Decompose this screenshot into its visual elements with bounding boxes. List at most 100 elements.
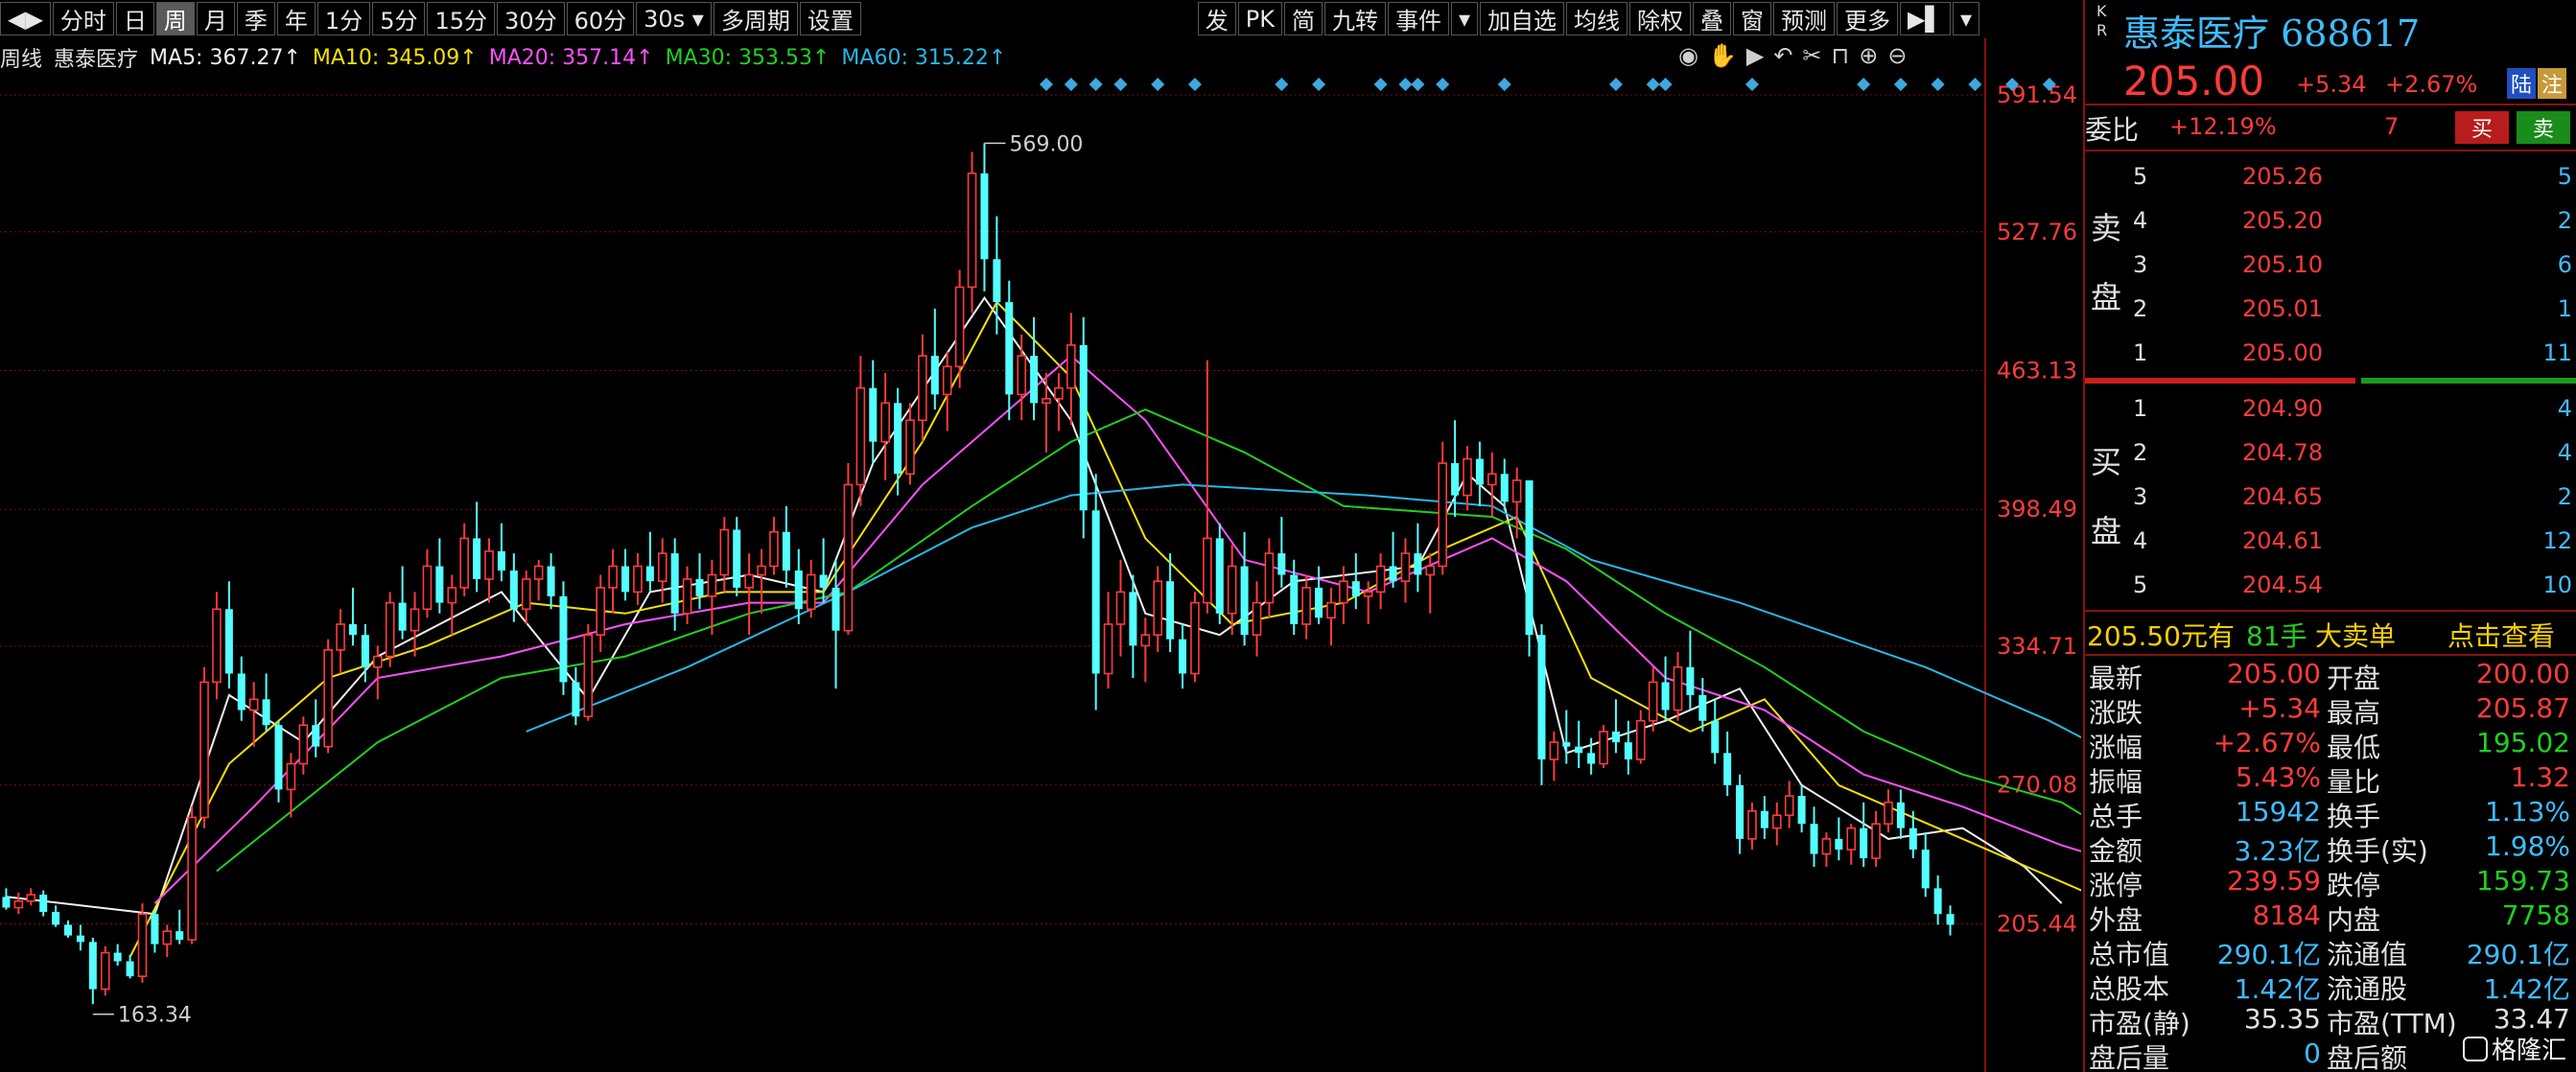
event-marker[interactable] (1187, 78, 1202, 91)
candle[interactable] (1797, 784, 1806, 833)
candle[interactable] (473, 501, 481, 593)
candle[interactable] (64, 920, 73, 938)
candle[interactable] (843, 463, 854, 636)
candle[interactable] (1103, 592, 1113, 689)
candle[interactable] (1475, 441, 1484, 506)
event-marker[interactable] (1497, 78, 1511, 91)
event-marker[interactable] (1658, 78, 1673, 91)
candle[interactable] (855, 356, 866, 506)
bids-level-row[interactable]: 3 204.65 2 (2085, 476, 2576, 516)
bids-level-row[interactable]: 4 204.61 12 (2085, 520, 2576, 560)
event-marker[interactable] (1608, 78, 1623, 91)
candle[interactable] (1896, 789, 1905, 839)
candle[interactable] (559, 581, 568, 695)
asks-level-row[interactable]: 4 205.20 2 (2085, 199, 2576, 240)
candle[interactable] (52, 905, 60, 927)
candle[interactable] (385, 592, 395, 667)
candle[interactable] (372, 645, 383, 700)
event-marker[interactable] (1411, 78, 1425, 91)
candle[interactable] (707, 559, 717, 636)
candle[interactable] (1611, 699, 1620, 754)
shgt-badge[interactable]: 陆 (2507, 68, 2536, 99)
candle[interactable] (1661, 656, 1670, 721)
candle[interactable] (1511, 467, 1522, 539)
candle[interactable] (596, 574, 606, 653)
candle[interactable] (447, 574, 457, 636)
candle[interactable] (719, 517, 730, 593)
candle[interactable] (1315, 566, 1323, 624)
candle[interactable] (88, 937, 97, 1005)
candle[interactable] (1635, 710, 1646, 764)
eye-icon[interactable]: ◉ (1678, 42, 1698, 69)
candle[interactable] (894, 387, 902, 496)
candle[interactable] (422, 548, 433, 618)
candlestick-chart[interactable]: 591.54527.76463.13398.49334.71270.08205.… (0, 0, 2081, 1072)
candle[interactable] (1140, 618, 1151, 683)
candle[interactable] (137, 903, 148, 983)
candle[interactable] (782, 505, 790, 588)
candle[interactable] (980, 143, 989, 291)
candle[interactable] (151, 909, 159, 953)
asks-level-row[interactable]: 1 205.00 11 (2085, 332, 2576, 372)
candle[interactable] (1153, 566, 1163, 653)
candle[interactable] (1723, 731, 1732, 797)
note-badge[interactable]: 注 (2538, 68, 2566, 99)
bids-level-row[interactable]: 1 204.90 4 (2085, 387, 2576, 428)
candle[interactable] (1301, 574, 1311, 640)
event-marker[interactable] (1857, 78, 1871, 91)
event-marker[interactable] (1646, 78, 1660, 91)
candle[interactable] (1425, 553, 1436, 614)
candle[interactable] (459, 523, 469, 596)
candle[interactable] (954, 269, 965, 388)
candle[interactable] (1326, 587, 1336, 646)
candle[interactable] (819, 538, 828, 603)
big-order-link[interactable]: 点击查看 (2447, 616, 2555, 654)
asks-level-row[interactable]: 5 205.26 5 (2085, 155, 2576, 196)
candle[interactable] (1846, 824, 1857, 865)
candle[interactable] (1400, 538, 1411, 603)
candle[interactable] (13, 892, 24, 915)
candle[interactable] (633, 553, 643, 605)
candle[interactable] (806, 559, 816, 618)
candle[interactable] (1711, 699, 1720, 764)
candle[interactable] (1835, 817, 1843, 861)
candle[interactable] (1375, 553, 1386, 610)
lock-icon[interactable]: ⊓ (1832, 42, 1850, 69)
candle[interactable] (1810, 806, 1818, 867)
candle[interactable] (26, 888, 36, 906)
candle[interactable] (1784, 781, 1794, 828)
candle[interactable] (39, 890, 48, 917)
sell-button[interactable]: 卖 (2517, 111, 2570, 144)
event-marker[interactable] (1373, 78, 1388, 91)
candle[interactable] (1438, 441, 1447, 575)
hand-icon[interactable]: ✋ (1708, 42, 1737, 69)
candle[interactable] (1698, 677, 1707, 732)
candle[interactable] (942, 351, 952, 431)
candle[interactable] (880, 373, 890, 480)
candle[interactable] (1179, 623, 1187, 689)
candle[interactable] (1821, 832, 1832, 867)
candle[interactable] (1240, 531, 1249, 646)
zoom-out-icon[interactable]: ⊖ (1887, 42, 1907, 69)
candle[interactable] (521, 571, 531, 624)
candle[interactable] (583, 623, 594, 721)
candle[interactable] (312, 699, 320, 757)
event-marker[interactable] (1931, 78, 1945, 91)
event-marker[interactable] (1745, 78, 1759, 91)
event-marker[interactable] (1275, 78, 1289, 91)
candle[interactable] (1736, 774, 1745, 854)
zoom-in-icon[interactable]: ⊕ (1859, 42, 1878, 69)
candle[interactable] (1005, 280, 1014, 421)
candle[interactable] (1190, 592, 1200, 683)
candle[interactable] (1562, 710, 1571, 764)
candle[interactable] (1771, 802, 1782, 846)
candle[interactable] (484, 538, 494, 603)
candle[interactable] (744, 553, 754, 636)
candle[interactable] (967, 151, 977, 314)
candle[interactable] (1624, 720, 1632, 775)
big-order-row[interactable]: 205.50元有 81手 大卖单 点击查看 (2085, 614, 2576, 652)
candle[interactable] (1537, 623, 1546, 785)
event-marker[interactable] (1113, 78, 1128, 91)
play-icon[interactable]: ▶ (1746, 42, 1764, 69)
candle[interactable] (323, 639, 333, 754)
